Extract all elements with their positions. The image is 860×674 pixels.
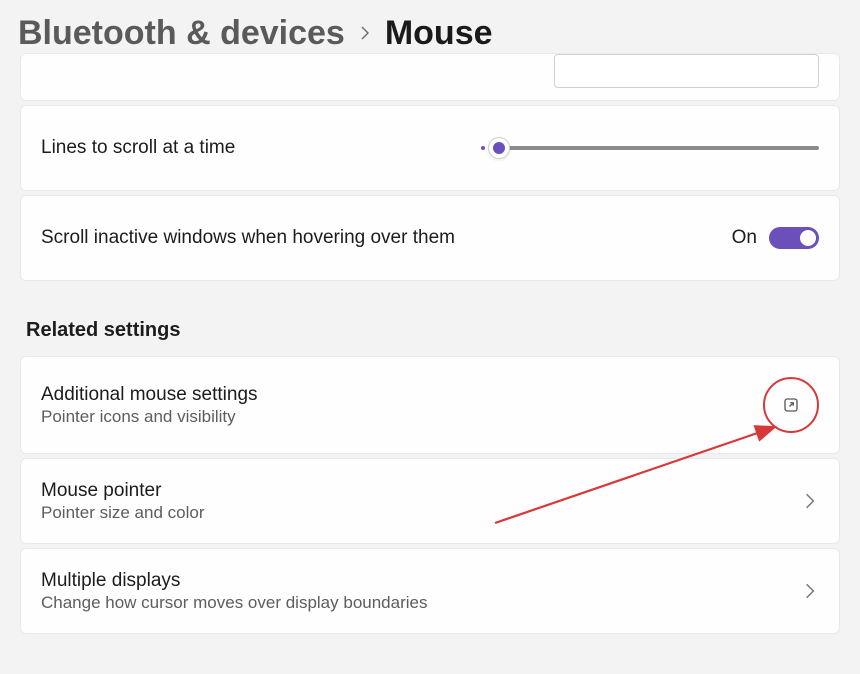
toggle-state-text: On — [732, 227, 757, 249]
breadcrumb-current: Mouse — [385, 14, 493, 53]
link-title: Multiple displays — [41, 570, 801, 592]
link-subtitle: Change how cursor moves over display bou… — [41, 593, 801, 613]
related-settings-title: Related settings — [26, 319, 840, 342]
multiple-displays-link[interactable]: Multiple displays Change how cursor move… — [20, 548, 840, 634]
slider-track[interactable] — [493, 146, 819, 150]
additional-mouse-settings-link[interactable]: Additional mouse settings Pointer icons … — [20, 356, 840, 454]
lines-to-scroll-card: Lines to scroll at a time — [20, 105, 840, 191]
scroll-wheel-setting-card — [20, 53, 840, 101]
link-title: Mouse pointer — [41, 480, 801, 502]
slider-thumb[interactable] — [488, 137, 510, 159]
annotation-circle — [763, 377, 819, 433]
chevron-right-icon — [801, 582, 819, 600]
link-title: Additional mouse settings — [41, 384, 763, 406]
slider-min-dot — [481, 146, 485, 150]
link-subtitle: Pointer icons and visibility — [41, 407, 763, 427]
lines-to-scroll-label: Lines to scroll at a time — [41, 137, 481, 159]
link-subtitle: Pointer size and color — [41, 503, 801, 523]
scroll-inactive-toggle[interactable] — [769, 227, 819, 249]
scroll-inactive-label: Scroll inactive windows when hovering ov… — [41, 227, 732, 249]
lines-slider[interactable] — [481, 146, 819, 150]
scroll-wheel-select[interactable] — [554, 54, 819, 88]
mouse-pointer-link[interactable]: Mouse pointer Pointer size and color — [20, 458, 840, 544]
breadcrumb-parent[interactable]: Bluetooth & devices — [18, 14, 345, 53]
chevron-right-icon — [801, 492, 819, 510]
toggle-knob — [800, 230, 816, 246]
chevron-right-icon — [357, 20, 373, 48]
scroll-inactive-card: Scroll inactive windows when hovering ov… — [20, 195, 840, 281]
